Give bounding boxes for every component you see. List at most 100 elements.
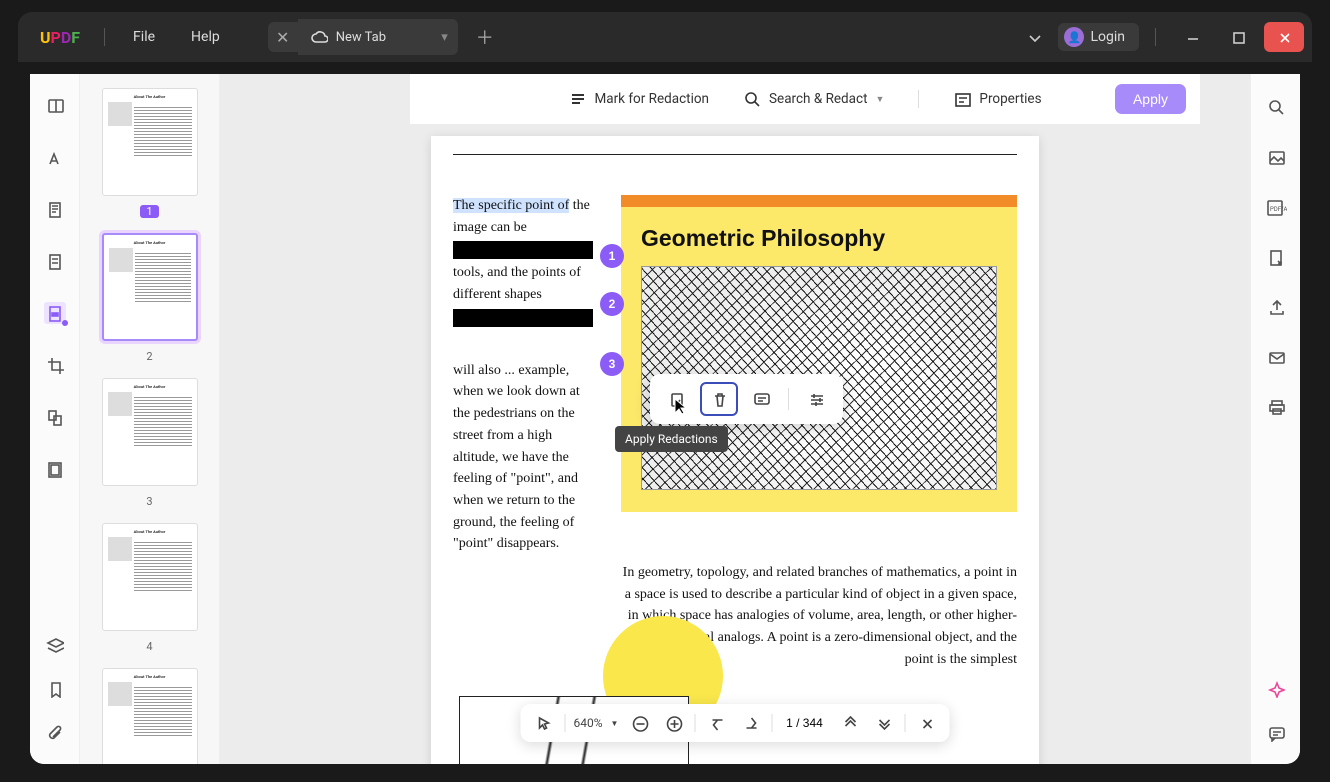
close-zoombar-button[interactable]: [913, 710, 939, 736]
rail-reader-icon[interactable]: [44, 94, 66, 116]
convert-button[interactable]: [1265, 246, 1287, 268]
comment-icon: [1267, 724, 1285, 742]
trash-icon: [710, 390, 728, 408]
ai-button[interactable]: [1265, 678, 1287, 700]
annotation-callout-1: 1: [600, 244, 624, 268]
cursor-icon: [673, 397, 687, 415]
thumbnail-5[interactable]: About The Author5: [92, 668, 207, 764]
rail-layers-icon[interactable]: [44, 634, 66, 656]
sparkle-icon: [1267, 680, 1285, 698]
zoom-out-button[interactable]: [626, 710, 652, 736]
search-redact-icon: [743, 90, 761, 108]
redaction-icon: [568, 90, 586, 108]
login-label: Login: [1090, 29, 1125, 45]
card-heading: Geometric Philosophy: [641, 225, 997, 252]
page-number: 1: [140, 205, 158, 218]
left-text-column: The specific point of the image can be t…: [453, 195, 593, 670]
export-image-button[interactable]: [1265, 146, 1287, 168]
note-button[interactable]: [742, 382, 780, 416]
new-tab-button[interactable]: ＋: [470, 18, 500, 56]
annotation-callout-3: 3: [600, 352, 624, 376]
zoom-level[interactable]: 640%: [574, 716, 603, 730]
comment-button[interactable]: [1265, 722, 1287, 744]
pdfa-button[interactable]: PDF/A: [1265, 196, 1287, 218]
tooltip: Apply Redactions: [615, 426, 728, 452]
pointer-icon: [535, 714, 553, 732]
delete-redaction-button[interactable]: [700, 382, 738, 416]
thumbnail-2[interactable]: About The Author2: [92, 233, 207, 364]
sliders-icon: [807, 390, 825, 408]
window-close[interactable]: [1264, 22, 1304, 52]
properties-icon: [953, 90, 971, 108]
rail-form-icon[interactable]: [44, 250, 66, 272]
body-text: will also ... example, when we look down…: [453, 363, 580, 552]
tab-dropdown-icon[interactable]: ▾: [441, 30, 448, 45]
mail-icon: [1267, 348, 1285, 366]
document-canvas[interactable]: Mark for Redaction Search & Redact ▼ Pro…: [220, 74, 1250, 764]
search-icon: [1267, 98, 1285, 116]
menu-help[interactable]: Help: [173, 29, 238, 45]
search-redact-button[interactable]: Search & Redact ▼: [743, 90, 884, 108]
email-button[interactable]: [1265, 346, 1287, 368]
thumbnail-3[interactable]: About The Author3: [92, 378, 207, 509]
page-number: 2: [146, 350, 152, 363]
note-icon: [752, 390, 770, 408]
app-logo: UPDF: [26, 28, 94, 47]
settings-button[interactable]: [797, 382, 835, 416]
redaction-mark-1[interactable]: [453, 241, 593, 259]
redaction-mark-2[interactable]: [453, 309, 593, 327]
rail-crop-icon[interactable]: [44, 354, 66, 376]
chevron-down-icon: ▼: [876, 94, 885, 105]
svg-text:PDF/A: PDF/A: [1270, 206, 1287, 213]
search-button[interactable]: [1265, 96, 1287, 118]
tab-label: New Tab: [336, 30, 386, 45]
body-text: tools, and the points of different shape…: [453, 265, 581, 302]
zoom-in-button[interactable]: [660, 710, 686, 736]
selected-text[interactable]: The specific point of: [453, 198, 569, 213]
rail-redact-icon[interactable]: [44, 302, 66, 324]
page-number: 3: [146, 495, 152, 508]
share-icon: [1267, 298, 1285, 316]
titlebar: UPDF File Help ✕ New Tab ▾ ＋ 👤 Login: [18, 12, 1312, 62]
avatar-icon: 👤: [1064, 27, 1084, 47]
content-card: Geometric Philosophy: [621, 195, 1017, 512]
rail-compress-icon[interactable]: [44, 458, 66, 480]
mark-for-redaction-button[interactable]: Mark for Redaction: [568, 90, 709, 108]
document-tab[interactable]: New Tab ▾: [298, 19, 458, 55]
rail-bookmark-icon[interactable]: [44, 678, 66, 700]
rail-edit-icon[interactable]: [44, 198, 66, 220]
page-number: 4: [146, 640, 152, 653]
properties-button[interactable]: Properties: [953, 90, 1041, 108]
window-minimize[interactable]: [1172, 22, 1212, 52]
cloud-icon: [310, 28, 328, 46]
apply-button[interactable]: Apply: [1115, 84, 1186, 114]
rail-highlight-icon[interactable]: [44, 146, 66, 168]
document-page[interactable]: The specific point of the image can be t…: [431, 136, 1039, 764]
window-maximize[interactable]: [1218, 22, 1258, 52]
left-rail: [30, 74, 80, 764]
print-button[interactable]: [1265, 396, 1287, 418]
menu-file[interactable]: File: [115, 29, 173, 45]
prev-page-button[interactable]: [836, 710, 862, 736]
rail-organize-icon[interactable]: [44, 406, 66, 428]
convert-icon: [1267, 248, 1285, 266]
first-page-button[interactable]: [703, 710, 729, 736]
login-button[interactable]: 👤 Login: [1058, 23, 1139, 51]
app-frame: About The Author1 About The Author2 Abou…: [30, 74, 1300, 764]
thumbnail-4[interactable]: About The Author4: [92, 523, 207, 654]
pdfa-icon: PDF/A: [1265, 198, 1287, 216]
titlebar-dropdown[interactable]: [1016, 23, 1052, 51]
search-label: Search & Redact: [769, 91, 867, 107]
rail-attachment-icon[interactable]: [44, 722, 66, 744]
right-rail: PDF/A: [1250, 74, 1300, 764]
last-page-button[interactable]: [737, 710, 763, 736]
thumbnail-1[interactable]: About The Author1: [92, 88, 207, 219]
print-icon: [1267, 398, 1285, 416]
page-input[interactable]: [780, 716, 828, 730]
tab-close-button[interactable]: ✕: [268, 22, 298, 52]
mark-label: Mark for Redaction: [594, 91, 709, 107]
next-page-button[interactable]: [870, 710, 896, 736]
select-tool[interactable]: [531, 710, 557, 736]
share-button[interactable]: [1265, 296, 1287, 318]
thumbnail-panel[interactable]: About The Author1 About The Author2 Abou…: [80, 74, 220, 764]
